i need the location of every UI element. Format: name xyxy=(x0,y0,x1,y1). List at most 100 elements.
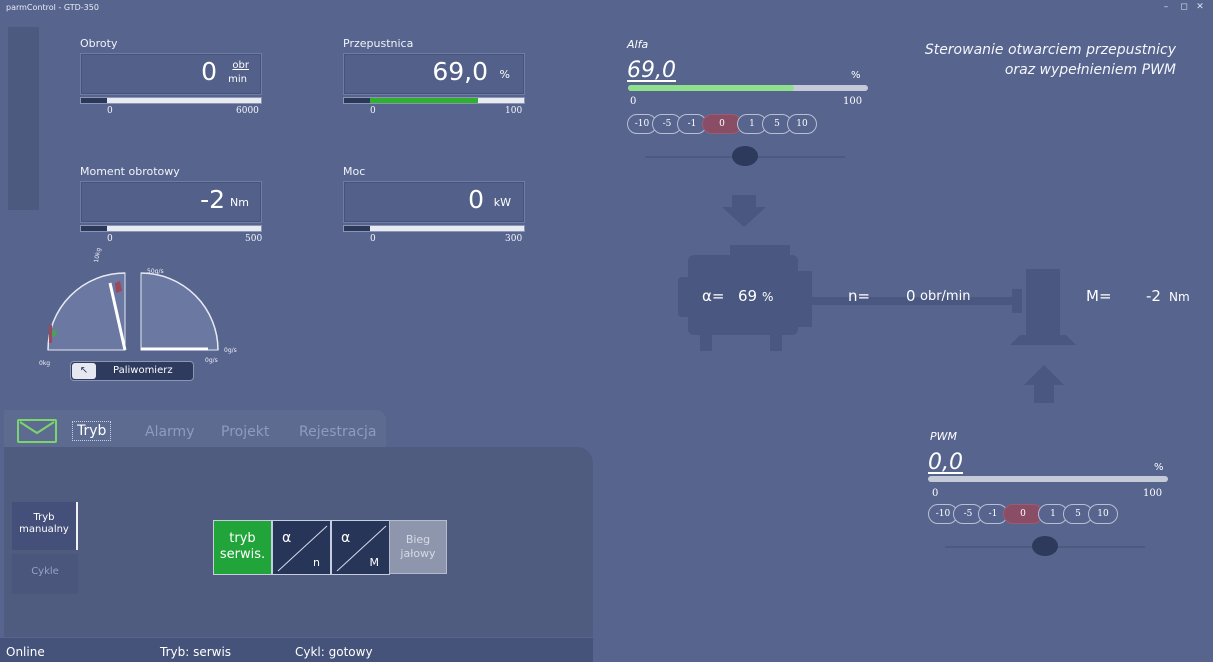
gauge-label-obroty: Obroty xyxy=(80,37,118,50)
gauge-label-moc: Moc xyxy=(343,165,366,178)
alfa-step-zero[interactable]: 0 xyxy=(702,114,742,134)
schem-alpha-unit: % xyxy=(762,290,774,304)
minimize-button[interactable]: – xyxy=(1160,2,1172,12)
side-nav-manual-mode[interactable]: Tryb manualny xyxy=(12,502,78,550)
idle-run-line2: jałowy xyxy=(400,547,436,560)
pwm-slider-knob[interactable] xyxy=(1032,536,1058,556)
schem-m-label: M= xyxy=(1086,287,1112,305)
pwm-min: 0 xyxy=(932,488,939,499)
left-collapsed-panel[interactable] xyxy=(8,27,39,210)
gauge-value-przepustnica: 69,0 xyxy=(432,57,488,86)
engine-schematic xyxy=(678,195,1076,403)
schem-alpha-value: 69 xyxy=(738,287,758,305)
schem-n-unit: obr/min xyxy=(920,289,971,304)
schem-m-value: -2 xyxy=(1146,287,1161,305)
gauge-bar-moc xyxy=(343,225,525,232)
alfa-slider-knob[interactable] xyxy=(732,146,758,166)
title-bar: parmControl - GTD-350 – ◻ ✕ xyxy=(0,0,1213,18)
gauge-min-przepustnica: 0 xyxy=(370,106,376,116)
gauge-bar-moment xyxy=(80,225,262,232)
fuel-dials xyxy=(47,272,219,351)
status-online: Online xyxy=(6,645,45,659)
alfa-value: 69,0 xyxy=(627,58,676,83)
service-mode-line1: tryb xyxy=(229,531,256,546)
alpha-m-top: α xyxy=(341,530,351,546)
pwm-step-plus10[interactable]: 10 xyxy=(1088,504,1118,524)
gauge-max-obroty: 6000 xyxy=(236,106,259,116)
control-title-line2: oraz wypełnieniem PWM xyxy=(1004,62,1176,78)
tab-alarmy[interactable]: Alarmy xyxy=(145,424,194,440)
gauge-min-obroty: 0 xyxy=(107,106,113,116)
fuel-nozzle-icon: ↖ xyxy=(72,363,96,379)
schem-m-unit: Nm xyxy=(1169,290,1190,304)
tab-tryb[interactable]: Tryb xyxy=(72,421,112,441)
alfa-unit: % xyxy=(851,70,861,81)
pwm-bar xyxy=(928,476,1168,482)
schem-n-value: 0 xyxy=(906,287,916,305)
gauge-unit-moment: Nm xyxy=(230,196,249,209)
alpha-n-bottom: n xyxy=(313,556,320,569)
alpha-n-mode-button[interactable]: α n xyxy=(272,520,331,575)
gauge-value-moment: -2 xyxy=(200,185,225,214)
arrow-up-icon xyxy=(1024,365,1064,403)
fuel-flow-min-label: 0g/s xyxy=(224,347,237,354)
control-title: Sterowanie otwarciem przepustnicy oraz w… xyxy=(900,40,1176,80)
idle-run-line1: Bieg xyxy=(405,533,431,546)
side-nav-manual-line1: Tryb xyxy=(33,512,55,523)
alfa-bar xyxy=(628,85,868,91)
alfa-max: 100 xyxy=(843,96,863,107)
gauge-box-obroty: 0 obr min xyxy=(80,53,262,95)
arrow-down-icon xyxy=(722,195,766,227)
alfa-min: 0 xyxy=(630,96,637,107)
gauge-box-przepustnica: 69,0 % xyxy=(343,53,525,95)
fuel-flow-min-label-2: 0g/s xyxy=(205,357,218,364)
close-button[interactable]: ✕ xyxy=(1194,2,1206,12)
status-cycle: Cykl: gotowy xyxy=(295,645,373,659)
control-title-line1: Sterowanie otwarciem przepustnicy xyxy=(924,42,1176,58)
gauge-min-moment: 0 xyxy=(107,234,113,244)
mail-icon[interactable] xyxy=(17,419,57,443)
fuel-flow-max-label: 50g/s xyxy=(147,268,164,275)
fuel-mass-dial xyxy=(47,272,127,351)
alfa-step-plus10[interactable]: 10 xyxy=(787,114,817,134)
gauge-max-moment: 500 xyxy=(245,234,263,244)
gauge-value-obroty: 0 xyxy=(201,57,217,86)
gauge-bar-obroty xyxy=(80,97,262,104)
gauge-max-moc: 300 xyxy=(505,234,523,244)
fuel-meter-button[interactable]: ↖ Paliwomierz xyxy=(70,361,194,381)
pwm-unit: % xyxy=(1154,462,1164,473)
gauge-bar-przepustnica xyxy=(343,97,525,104)
idle-run-button[interactable]: Bieg jałowy xyxy=(389,520,447,574)
fuel-mass-min-label: 0kg xyxy=(39,360,51,367)
status-mode: Tryb: serwis xyxy=(160,645,232,659)
gauge-min-moc: 0 xyxy=(370,234,376,244)
service-mode-button[interactable]: tryb serwis. xyxy=(213,520,272,575)
fuel-meter-label: Paliwomierz xyxy=(113,365,173,376)
gauge-unit-top: obr xyxy=(232,60,249,71)
pwm-value: 0,0 xyxy=(928,450,963,475)
pwm-label: PWM xyxy=(930,430,958,443)
alfa-step-buttons: -10 -5 -1 0 1 5 10 xyxy=(627,114,817,134)
alpha-m-mode-button[interactable]: α M xyxy=(331,520,390,575)
gauge-label-przepustnica: Przepustnica xyxy=(343,37,414,50)
side-nav-manual-line2: manualny xyxy=(19,524,69,535)
fuel-flow-dial xyxy=(140,272,219,351)
window-title: parmControl - GTD-350 xyxy=(6,3,99,12)
alfa-label: Alfa xyxy=(627,38,649,51)
gauge-box-moment: -2 Nm xyxy=(80,181,262,223)
pwm-step-buttons: -10 -5 -1 0 1 5 10 xyxy=(928,504,1118,524)
pwm-max: 100 xyxy=(1143,488,1163,499)
gauge-label-moment: Moment obrotowy xyxy=(80,165,180,178)
gauge-unit-moc: kW xyxy=(493,196,511,209)
schem-n-label: n= xyxy=(848,287,871,305)
gauge-max-przepustnica: 100 xyxy=(505,106,523,116)
alpha-m-bottom: M xyxy=(369,556,380,569)
gauge-value-moc: 0 xyxy=(468,185,484,214)
pwm-step-zero[interactable]: 0 xyxy=(1003,504,1043,524)
restore-button[interactable]: ◻ xyxy=(1178,2,1190,12)
alpha-n-top: α xyxy=(282,530,292,546)
tab-projekt[interactable]: Projekt xyxy=(221,424,269,440)
gauge-box-moc: 0 kW xyxy=(343,181,525,223)
tab-rejestracja[interactable]: Rejestracja xyxy=(299,424,377,440)
side-nav-cycles[interactable]: Cykle xyxy=(12,554,78,594)
